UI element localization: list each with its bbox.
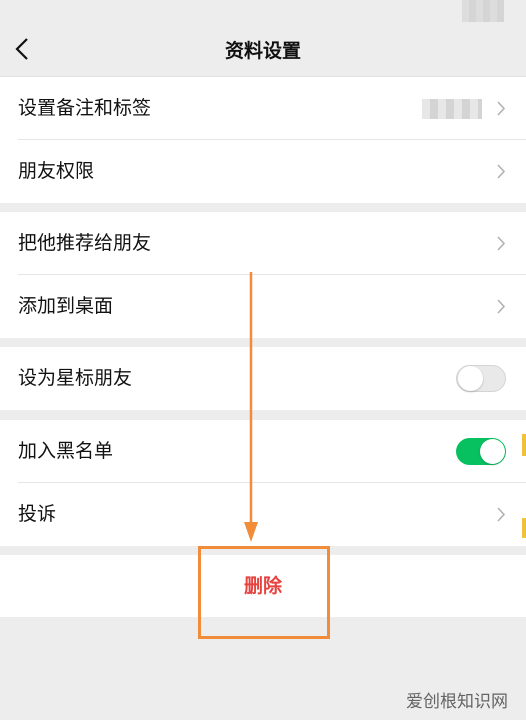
nav-bar: 资料设置 <box>0 0 526 77</box>
row-label: 设为星标朋友 <box>18 367 133 389</box>
blacklist-toggle[interactable] <box>456 438 506 465</box>
watermark-text: 爱创根知识网 <box>406 692 508 712</box>
row-add-to-desktop[interactable]: 添加到桌面 <box>0 275 526 338</box>
star-friend-toggle[interactable] <box>456 365 506 392</box>
row-friend-permissions[interactable]: 朋友权限 <box>0 140 526 203</box>
annotation-arrow-icon <box>244 272 258 542</box>
edge-mark <box>522 518 526 538</box>
chevron-right-icon <box>497 164 506 179</box>
row-complain[interactable]: 投诉 <box>0 483 526 546</box>
toggle-knob <box>458 366 483 391</box>
row-label: 设置备注和标签 <box>18 97 152 119</box>
chevron-right-icon <box>497 236 506 251</box>
edge-mark <box>522 434 526 456</box>
settings-group-3: 设为星标朋友 <box>0 347 526 410</box>
annotation-highlight-box <box>198 546 330 639</box>
blurred-value <box>422 99 482 119</box>
row-blacklist: 加入黑名单 <box>0 420 526 483</box>
blurred-corner <box>462 0 504 22</box>
row-remark-tags[interactable]: 设置备注和标签 <box>0 77 526 140</box>
page-title: 资料设置 <box>224 40 301 62</box>
chevron-right-icon <box>497 507 506 522</box>
settings-group-1: 设置备注和标签 朋友权限 <box>0 77 526 203</box>
chevron-right-icon <box>497 299 506 314</box>
settings-group-4: 加入黑名单 投诉 <box>0 420 526 546</box>
row-star-friend: 设为星标朋友 <box>0 347 526 410</box>
toggle-knob <box>480 439 505 464</box>
row-label: 加入黑名单 <box>18 440 114 462</box>
row-label: 朋友权限 <box>18 160 95 182</box>
row-label: 投诉 <box>18 503 57 525</box>
row-label: 把他推荐给朋友 <box>18 232 152 254</box>
row-recommend-friend[interactable]: 把他推荐给朋友 <box>0 212 526 275</box>
settings-group-2: 把他推荐给朋友 添加到桌面 <box>0 212 526 338</box>
row-label: 添加到桌面 <box>18 295 114 317</box>
chevron-right-icon <box>497 101 506 116</box>
